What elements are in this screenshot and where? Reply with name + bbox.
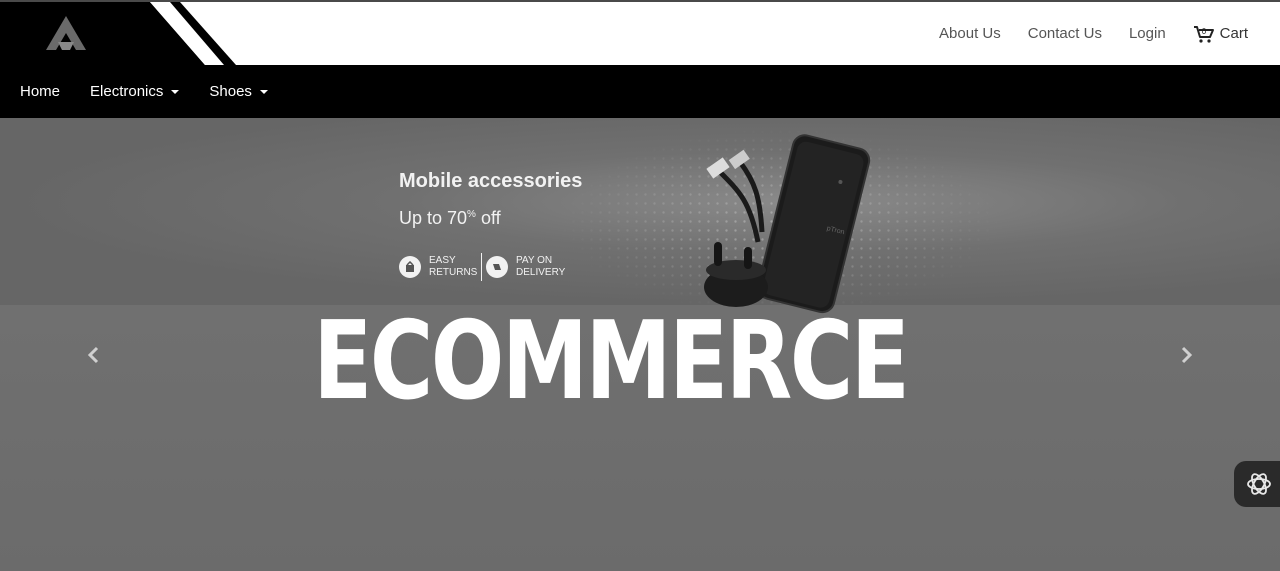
login-link[interactable]: Login <box>1129 25 1166 42</box>
ai-assistant-icon <box>1247 473 1271 495</box>
hero-title: ECOMMERCE <box>313 299 910 424</box>
caret-down-icon <box>171 89 180 94</box>
contact-us-link[interactable]: Contact Us <box>1028 25 1102 42</box>
nav-home[interactable]: Home <box>20 83 60 100</box>
top-header: About Us Contact Us Login 0 Cart <box>0 0 1280 65</box>
caret-down-icon <box>259 89 268 94</box>
cart-label: Cart <box>1219 25 1248 42</box>
easy-returns-badge: EASY RETURNS <box>399 255 479 279</box>
cart-link[interactable]: 0 Cart <box>1193 24 1248 44</box>
nav-home-label: Home <box>20 83 61 100</box>
cart-icon: 0 <box>1193 25 1214 43</box>
svg-text:0: 0 <box>1201 27 1206 36</box>
pay-on-delivery-badge: PAY ON DELIVERY <box>486 255 566 279</box>
easy-returns-text: EASY RETURNS <box>429 255 478 278</box>
pay-on-delivery-text: PAY ON DELIVERY <box>516 255 566 278</box>
about-us-link[interactable]: About Us <box>939 25 1001 42</box>
main-nav: Home Electronics Shoes <box>0 65 1280 118</box>
promo-discount-suffix: off <box>475 208 501 228</box>
badge-divider <box>481 253 482 281</box>
promo-badges: EASY RETURNS PAY ON DELIVERY <box>399 253 566 281</box>
hero-carousel: Mobile accessories Up to 70% off EASY RE… <box>0 118 1280 571</box>
delivery-icon <box>486 256 508 278</box>
logo[interactable] <box>0 2 240 65</box>
promo-discount: Up to 70% off <box>399 208 501 229</box>
returns-icon <box>399 256 421 278</box>
logo-icon <box>0 2 236 65</box>
chevron-right-icon[interactable] <box>1176 345 1196 365</box>
promo-title: Mobile accessories <box>399 170 583 192</box>
nav-shoes-label: Shoes <box>209 83 252 100</box>
product-image: pTron <box>704 134 871 314</box>
nav-electronics-dropdown[interactable]: Electronics <box>90 83 180 100</box>
nav-electronics-label: Electronics <box>90 83 164 100</box>
promo-discount-prefix: Up to 70 <box>399 208 468 228</box>
nav-shoes-dropdown[interactable]: Shoes <box>209 83 268 100</box>
ai-assistant-button[interactable] <box>1234 461 1280 507</box>
promo-discount-percent: % <box>467 209 476 220</box>
chevron-left-icon[interactable] <box>84 345 104 365</box>
top-links: About Us Contact Us Login 0 Cart <box>912 2 1248 65</box>
